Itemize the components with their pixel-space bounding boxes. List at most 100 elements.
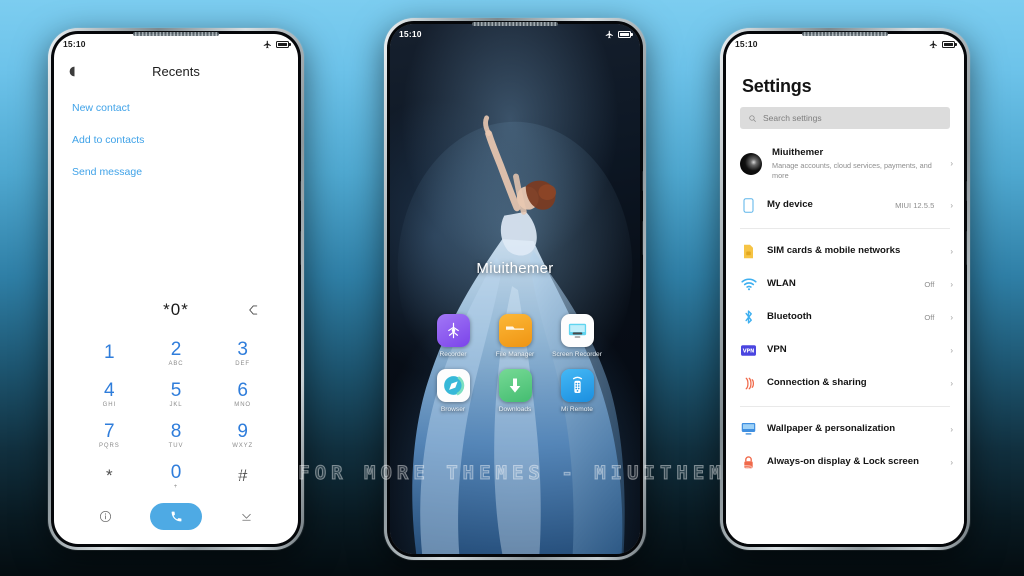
key-letters: DEF [235, 360, 250, 367]
side-button-volume[interactable] [300, 231, 301, 265]
airplane-mode-icon [263, 40, 271, 48]
app-label: Browser [440, 406, 466, 414]
key-6[interactable]: 6 MNO [209, 374, 276, 415]
key-7[interactable]: 7 PQRS [76, 415, 143, 456]
dialed-number-row: *0* [54, 291, 298, 329]
app-label: Screen Recorder [552, 351, 602, 358]
row-label: Bluetooth [767, 310, 812, 322]
key-letters: TUV [168, 442, 184, 449]
key-digit: 7 [104, 421, 115, 443]
search-icon [749, 114, 756, 122]
chevron-down-icon[interactable] [240, 510, 253, 523]
key-digit: 6 [237, 380, 248, 402]
compass-icon [436, 369, 470, 403]
key-digit: # [237, 466, 248, 486]
chevron-right-icon: › [950, 279, 953, 289]
dialer-bottom-bar [54, 497, 298, 544]
divider [740, 405, 950, 407]
wallpaper-icon [740, 421, 757, 438]
settings-row-wallpaper[interactable]: Wallpaper & personalization › [726, 413, 964, 446]
account-subtitle: Manage accounts, cloud services, payment… [772, 161, 932, 180]
side-button-volume[interactable] [642, 221, 643, 255]
row-label: Connection & sharing [767, 376, 867, 388]
link-new-contact[interactable]: New contact [72, 102, 280, 114]
key-2[interactable]: 2 ABC [143, 333, 210, 374]
chevron-right-icon: › [950, 345, 953, 355]
settings-row-sim-cards[interactable]: SIM cards & mobile networks › [726, 235, 964, 268]
key-digit: 8 [170, 421, 182, 443]
row-label: SIM cards & mobile networks [767, 244, 901, 256]
key-hash[interactable]: # [209, 456, 276, 497]
row-label: WLAN [767, 277, 796, 289]
airplane-mode-icon [605, 30, 613, 38]
app-mi-remote[interactable]: Mi Remote [546, 369, 608, 414]
status-time: 15:10 [63, 39, 86, 49]
key-digit: 2 [170, 339, 182, 361]
settings-row-wlan[interactable]: WLAN Off › [726, 268, 964, 301]
key-letters: MNO [234, 401, 251, 408]
settings-row-vpn[interactable]: VPN VPN › [726, 334, 964, 367]
key-5[interactable]: 5 JKL [143, 374, 210, 415]
app-browser[interactable]: Browser [422, 369, 484, 414]
home-screen: 15:10 Miuithemer Recorder File Manager S… [390, 24, 640, 554]
avatar [740, 152, 762, 175]
row-label: My device [767, 198, 813, 210]
link-add-to-contacts[interactable]: Add to contacts [72, 134, 280, 146]
key-digit: 0 [170, 462, 182, 484]
key-digit: 3 [237, 339, 248, 361]
dialed-number: *0* [163, 300, 189, 319]
app-file-manager[interactable]: File Manager [484, 314, 546, 359]
row-value: Off [924, 279, 935, 289]
dialer-action-links: New contact Add to contacts Send message [54, 88, 298, 178]
link-send-message[interactable]: Send message [72, 166, 280, 178]
phone-handset-icon [171, 511, 181, 522]
side-button-power[interactable] [300, 181, 301, 201]
key-1[interactable]: 1 [76, 333, 143, 374]
app-label: Downloads [498, 406, 532, 414]
side-button-power[interactable] [642, 171, 643, 191]
app-recorder[interactable]: Recorder [422, 314, 484, 359]
side-button-power[interactable] [966, 181, 967, 201]
key-star[interactable]: * [76, 456, 143, 497]
battery-icon [618, 30, 633, 38]
settings-screen: 15:10 Settings Search settings Miuitheme… [726, 34, 964, 544]
svg-text:VPN: VPN [743, 348, 755, 354]
app-label: Mi Remote [561, 406, 593, 414]
settings-row-lock-screen[interactable]: Always-on display & Lock screen › [726, 446, 964, 479]
key-digit: 4 [104, 380, 115, 402]
key-letters: WXYZ [232, 442, 254, 449]
backspace-icon[interactable] [248, 304, 262, 316]
key-letters: GHI [102, 401, 117, 408]
phone-device-home: 15:10 Miuithemer Recorder File Manager S… [384, 18, 646, 560]
key-4[interactable]: 4 GHI [76, 374, 143, 415]
earpiece-grille [472, 22, 558, 26]
phone-device-settings: 15:10 Settings Search settings Miuitheme… [720, 28, 970, 550]
search-input[interactable]: Search settings [740, 107, 950, 129]
status-bar: 15:10 [726, 34, 964, 54]
key-9[interactable]: 9 WXYZ [209, 415, 276, 456]
page-title: Settings [742, 76, 812, 96]
chevron-right-icon: › [950, 246, 953, 256]
search-glyph-icon[interactable] [68, 65, 81, 78]
key-digit: * [106, 466, 113, 486]
bluetooth-icon [740, 309, 757, 326]
key-digit: 9 [237, 421, 248, 443]
settings-row-connection-sharing[interactable]: Connection & sharing › [726, 367, 964, 400]
settings-row-account[interactable]: Miuithemer Manage accounts, cloud servic… [726, 139, 964, 189]
settings-row-bluetooth[interactable]: Bluetooth Off › [726, 301, 964, 334]
wallpaper-dancer [390, 24, 640, 554]
app-downloads[interactable]: Downloads [484, 369, 546, 414]
key-8[interactable]: 8 TUV [143, 415, 210, 456]
wallpaper-label: Miuithemer [476, 260, 554, 277]
monitor-icon [560, 314, 594, 347]
key-0[interactable]: 0 + [143, 456, 210, 497]
settings-row-my-device[interactable]: My device MIUI 12.5.5 › [726, 189, 964, 222]
app-screen-recorder[interactable]: Screen Recorder [546, 314, 608, 359]
key-3[interactable]: 3 DEF [209, 333, 276, 374]
info-circle-icon[interactable] [99, 510, 112, 523]
side-button-volume[interactable] [966, 231, 967, 265]
call-button[interactable] [150, 503, 202, 530]
app-label: Recorder [439, 351, 467, 358]
settings-list: Miuithemer Manage accounts, cloud servic… [726, 139, 964, 544]
dialer-screen: 15:10 Recents New contact Add to contact… [54, 34, 298, 544]
